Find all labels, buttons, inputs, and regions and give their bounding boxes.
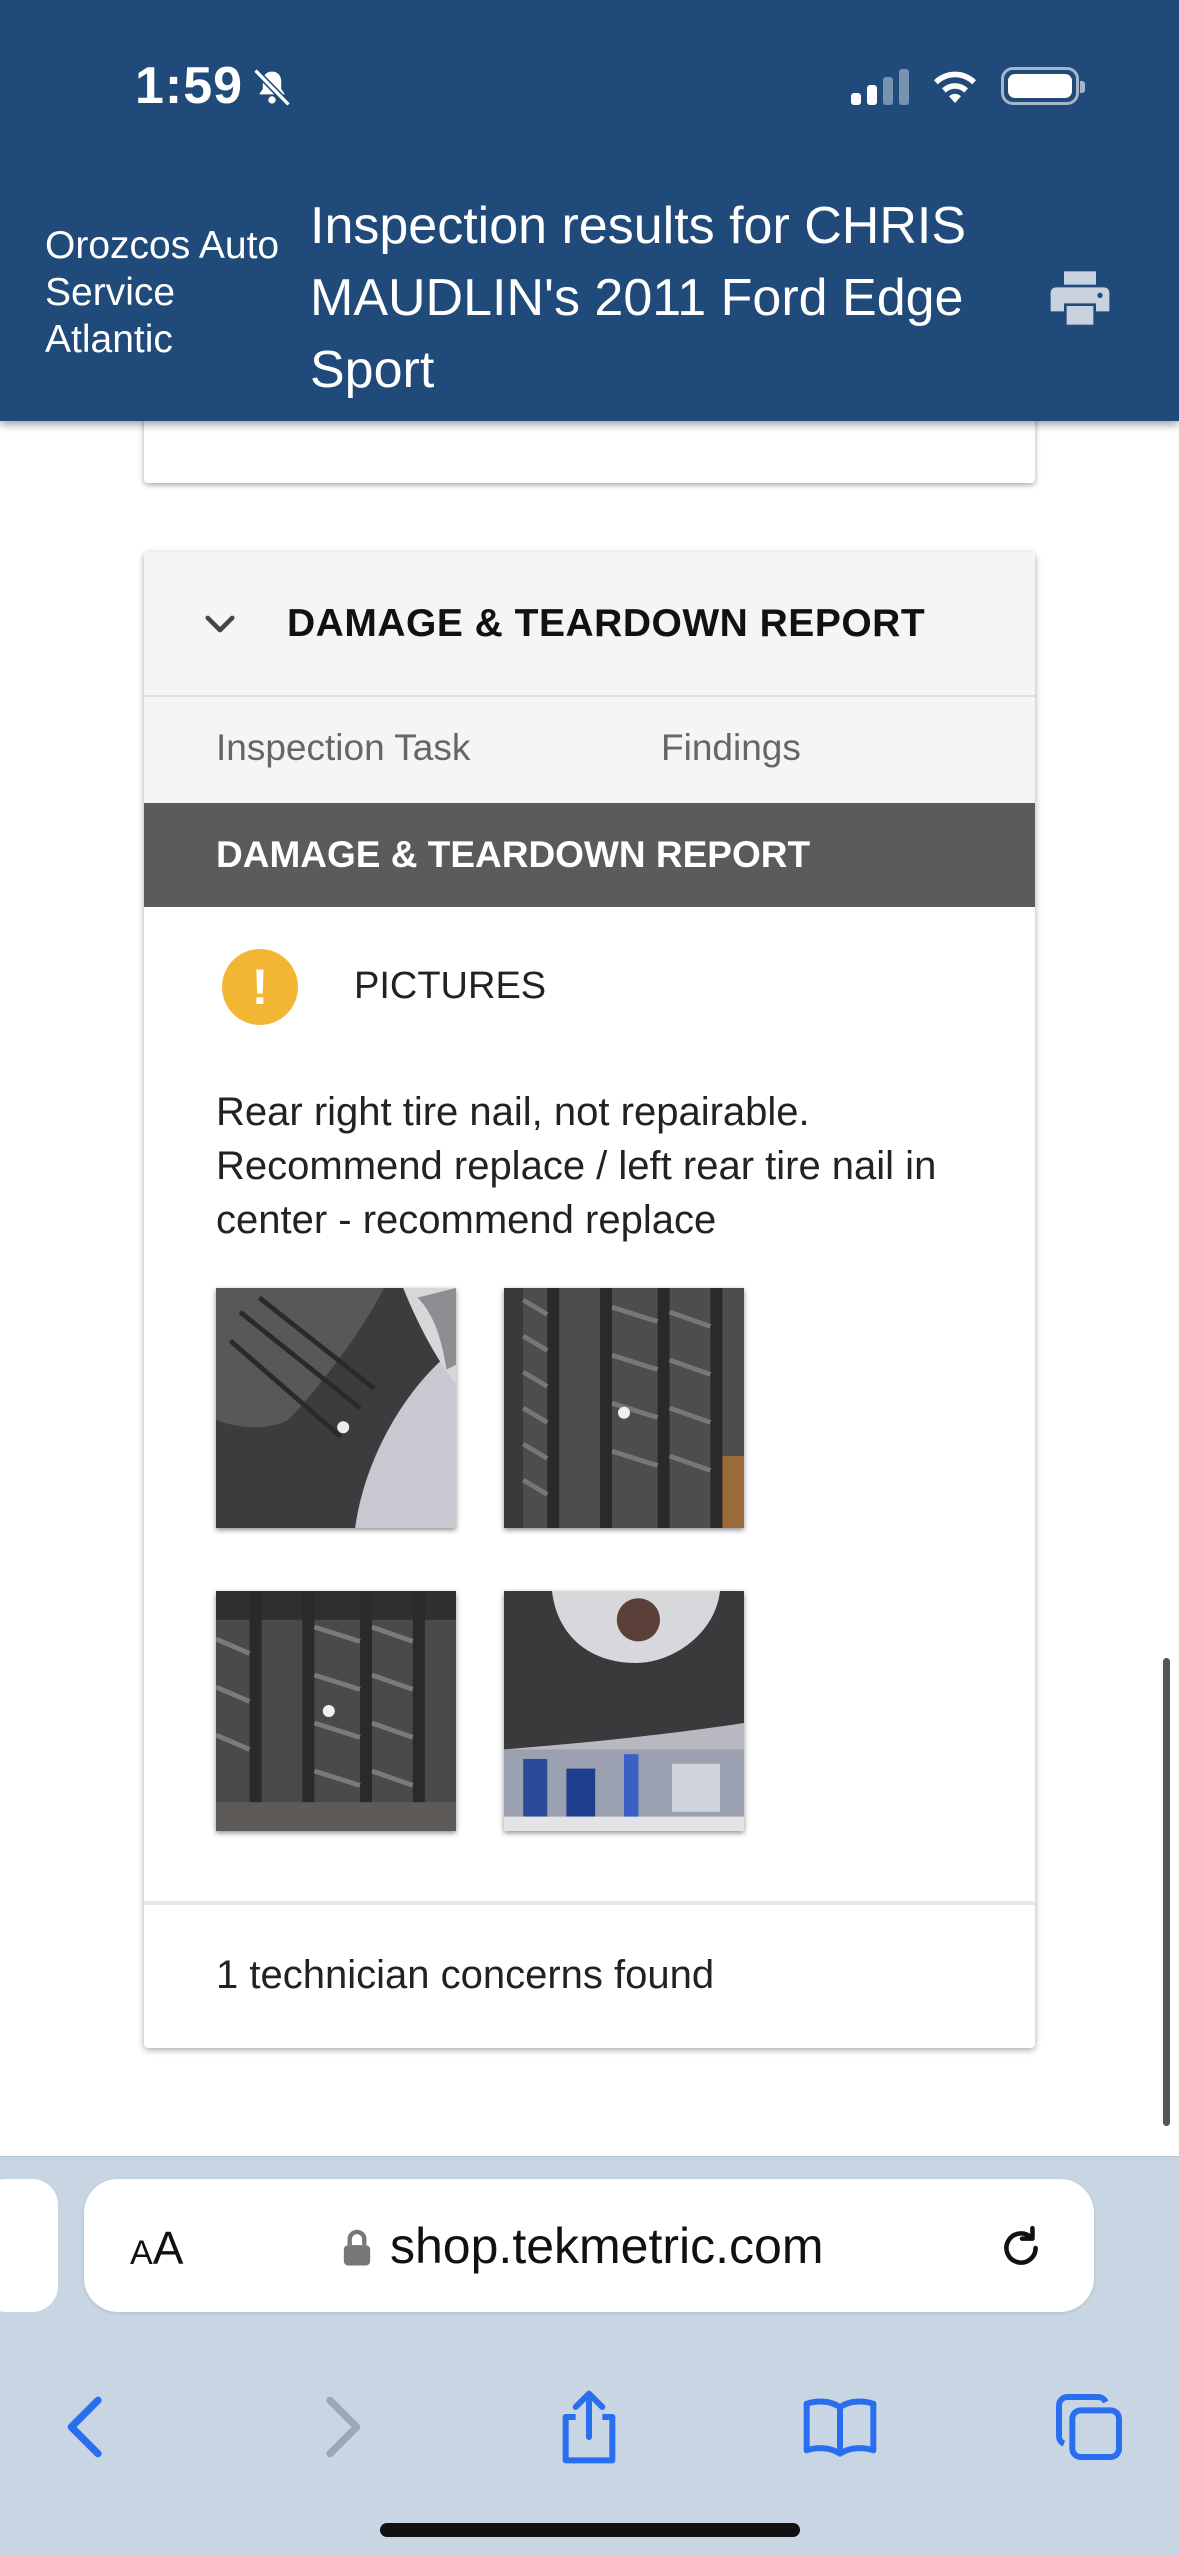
page-title: Inspection results for CHRIS MAUDLIN's 2… (310, 197, 967, 399)
lock-icon (343, 2229, 371, 2266)
concerns-summary: 1 technician concerns found (144, 1901, 1035, 2045)
browser-toolbar: AA shop.tekmetric.com (0, 2156, 1179, 2556)
finding-note: Rear right tire nail, not repairable. Re… (216, 1090, 937, 1242)
column-inspection-task: Inspection Task (216, 727, 471, 768)
inspection-content: DAMAGE & TEARDOWN REPORT Inspection Task… (0, 401, 1179, 2156)
reload-icon[interactable] (996, 2223, 1046, 2273)
shop-name: Orozcos Auto Service Atlantic (45, 224, 280, 361)
damage-report-card: DAMAGE & TEARDOWN REPORT Inspection Task… (144, 552, 1035, 2048)
status-icons (851, 64, 1085, 108)
card-header[interactable]: DAMAGE & TEARDOWN REPORT (144, 552, 1035, 697)
column-headers: Inspection Task Findings (144, 697, 1035, 803)
back-icon[interactable] (48, 2387, 128, 2467)
url-text[interactable]: shop.tekmetric.com (390, 2217, 823, 2275)
text-size-button[interactable]: AA (130, 2221, 183, 2275)
photo-thumbnail[interactable] (504, 1591, 744, 1831)
chevron-down-icon[interactable] (199, 603, 241, 645)
finding-item: ! PICTURES Rear right tire nail, not rep… (144, 907, 1035, 1901)
section-header: DAMAGE & TEARDOWN REPORT (144, 803, 1035, 907)
home-indicator (380, 2523, 800, 2537)
status-time: 1:59 (135, 57, 244, 115)
card-title: DAMAGE & TEARDOWN REPORT (287, 601, 926, 645)
column-findings: Findings (661, 727, 801, 768)
battery-icon (1001, 67, 1085, 105)
address-bar[interactable]: AA shop.tekmetric.com (84, 2179, 1094, 2312)
warning-icon: ! (222, 949, 298, 1025)
wifi-icon (934, 71, 976, 103)
bell-slash-icon (253, 68, 291, 107)
photo-thumbnail[interactable] (216, 1591, 456, 1831)
finding-label: PICTURES (354, 965, 547, 1007)
app-header: 1:59 Orozcos Auto Service Atlantic Inspe… (0, 0, 1179, 421)
bookmarks-icon[interactable] (800, 2387, 880, 2467)
photo-thumbnail[interactable] (216, 1288, 456, 1528)
previous-tab[interactable] (0, 2179, 58, 2312)
print-icon[interactable] (1048, 268, 1112, 328)
tabs-icon[interactable] (1049, 2387, 1129, 2467)
signal-icon (851, 67, 909, 105)
scrollbar[interactable] (1163, 1658, 1170, 2126)
photo-thumbnail[interactable] (504, 1288, 744, 1528)
forward-icon[interactable] (300, 2387, 380, 2467)
share-icon[interactable] (549, 2387, 629, 2467)
